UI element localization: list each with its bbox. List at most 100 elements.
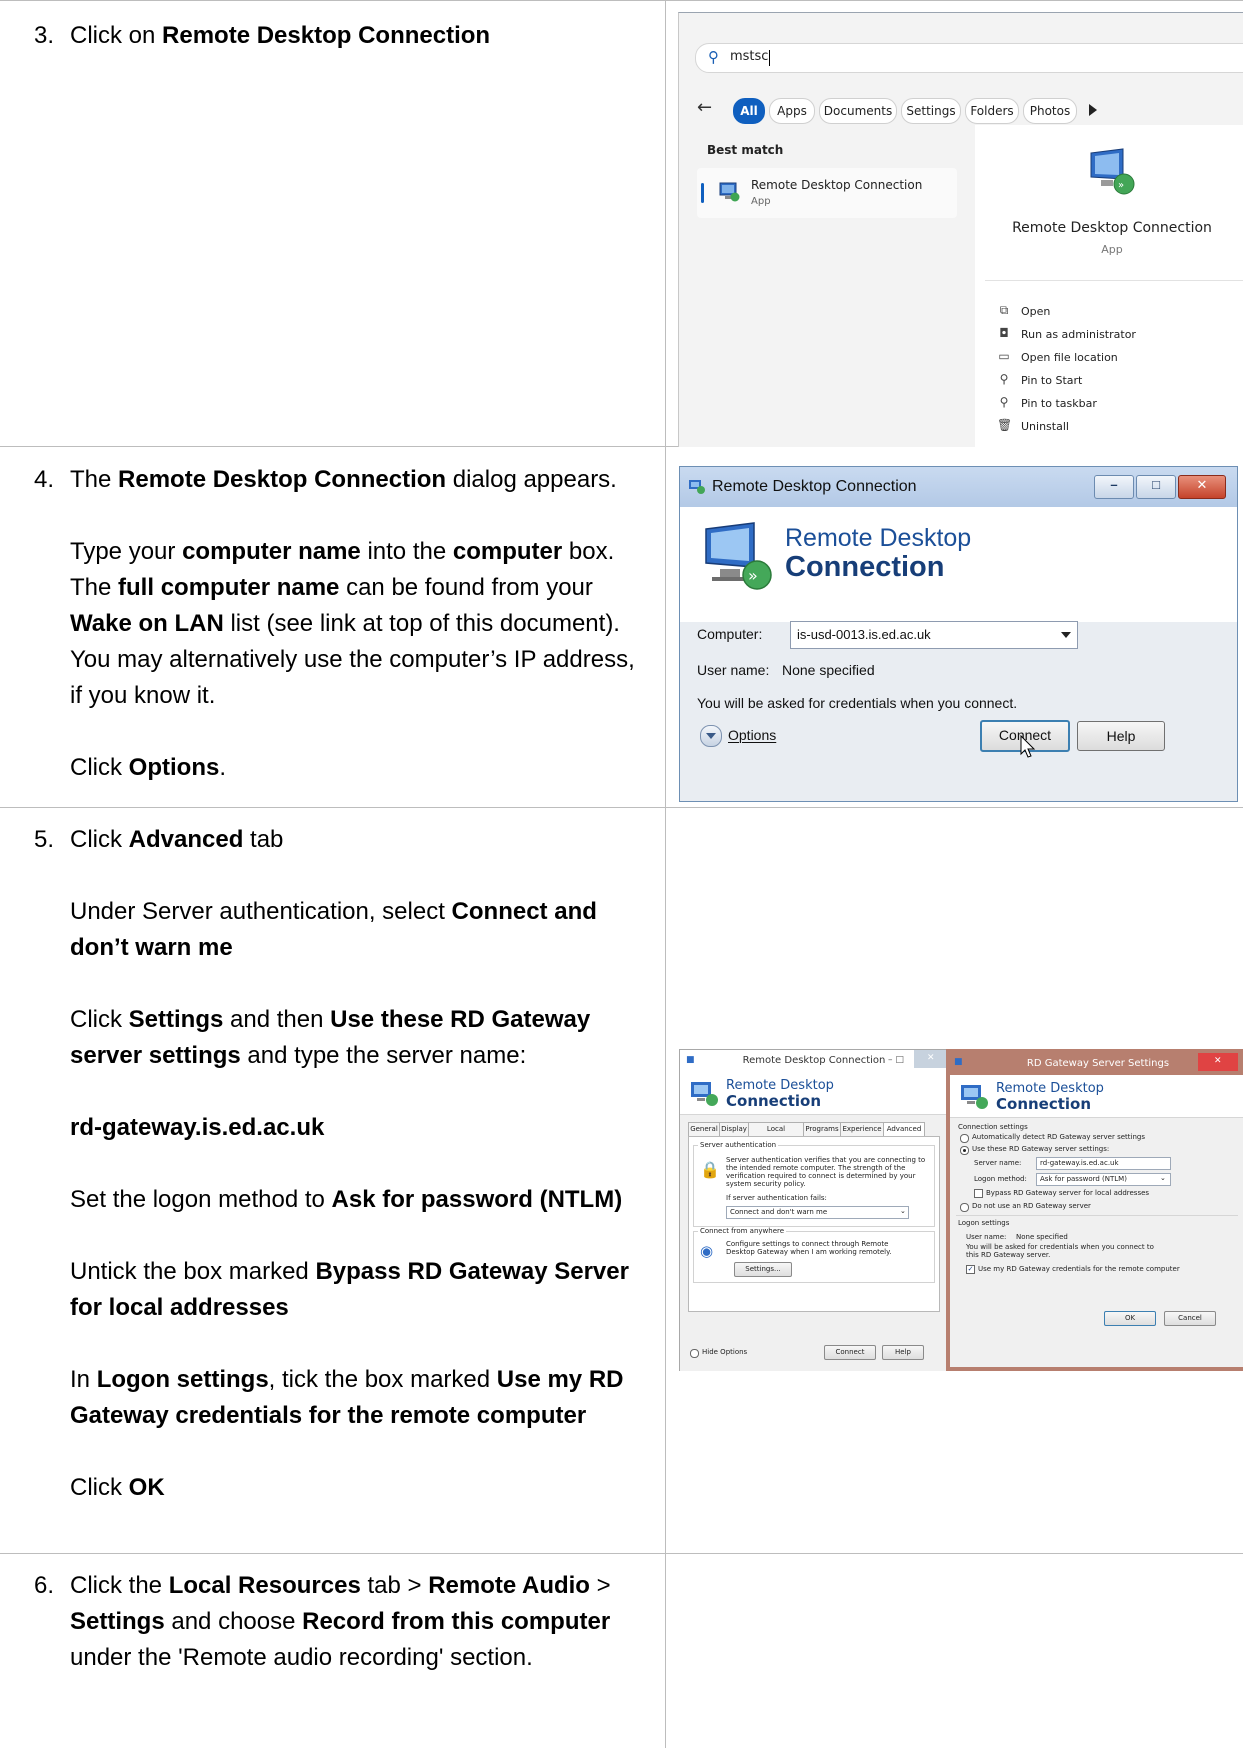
pin-icon: ⚲ — [999, 395, 1009, 409]
banner-line-1: Remote Desktop — [726, 1078, 834, 1093]
divider — [985, 280, 1243, 281]
filter-photos[interactable]: Photos — [1023, 98, 1077, 124]
step-paragraph: rd-gateway.is.ed.ac.uk — [70, 1110, 650, 1146]
text-run: Click — [70, 1474, 129, 1501]
options-expand-icon[interactable] — [700, 725, 722, 747]
close-button[interactable]: ✕ — [914, 1050, 948, 1068]
bold-term: full computer name — [118, 574, 340, 601]
help-button[interactable]: Help — [1077, 721, 1165, 751]
server-name-input[interactable]: rd-gateway.is.ed.ac.uk — [1036, 1157, 1171, 1170]
step-paragraph: Click Options. — [70, 750, 650, 786]
minimize-button[interactable]: – — [1094, 475, 1134, 499]
remote-desktop-icon — [690, 1080, 720, 1112]
divider — [956, 1215, 1238, 1216]
computer-combobox[interactable]: is-usd-0013.is.ed.ac.uk — [790, 621, 1078, 649]
step-text: Click Advanced tab Under Server authentic… — [70, 822, 650, 1506]
filter-documents[interactable]: Documents — [819, 98, 897, 124]
auto-detect-radio[interactable] — [960, 1134, 969, 1143]
bypass-checkbox[interactable] — [974, 1189, 983, 1198]
text-run: , tick the box marked — [268, 1366, 497, 1393]
chevron-down-icon[interactable]: ⌄ — [1160, 1174, 1166, 1182]
result-name: Remote Desktop Connection — [751, 178, 923, 192]
group-title: Server authentication — [698, 1141, 779, 1149]
bold-term: Wake on LAN — [70, 610, 224, 637]
window-controls[interactable]: – □ — [888, 1055, 904, 1065]
filter-all[interactable]: All — [733, 98, 765, 124]
tab-display[interactable]: Display — [719, 1122, 749, 1136]
use-these-settings-radio[interactable] — [960, 1146, 969, 1155]
row-divider — [0, 807, 1243, 808]
advanced-tab-dialog: ■ Remote Desktop Connection – □ ✕ Remote… — [679, 1049, 949, 1371]
use-these-settings-label: Use these RD Gateway server settings: — [972, 1145, 1110, 1153]
banner-line-1: Remote Desktop — [785, 524, 972, 552]
result-type: App — [751, 196, 771, 207]
mouse-cursor-icon — [1020, 734, 1036, 764]
text-run: In — [70, 1366, 97, 1393]
banner-line-2: Connection — [996, 1095, 1092, 1113]
logon-method-label: Logon method: — [974, 1175, 1027, 1183]
tab-general[interactable]: General — [688, 1122, 720, 1136]
bold-term: Logon settings — [96, 1366, 269, 1393]
hide-options-link[interactable]: Hide Options — [702, 1348, 747, 1356]
tab-local-resources[interactable]: Local Resources — [748, 1122, 804, 1146]
banner-line-2: Connection — [726, 1092, 822, 1110]
cancel-button[interactable]: Cancel — [1164, 1311, 1216, 1326]
chevron-down-icon[interactable] — [1061, 632, 1071, 638]
step-row: 5. Click Advanced tab Under Server authen… — [0, 822, 665, 1542]
tab-programs[interactable]: Programs — [803, 1122, 841, 1136]
use-my-credentials-checkbox[interactable]: ✓ — [966, 1265, 975, 1274]
logon-method-select[interactable]: Ask for password (NTLM) — [1036, 1173, 1171, 1186]
run-as-admin-icon: ◘ — [999, 326, 1009, 340]
settings-button[interactable]: Settings... — [734, 1262, 792, 1277]
hide-options-icon[interactable] — [690, 1349, 699, 1358]
step-paragraph: Click the Local Resources tab > Remote A… — [70, 1568, 650, 1676]
text-run: Set the logon method to — [70, 1186, 332, 1213]
row-divider — [0, 1553, 1243, 1554]
tab-advanced[interactable]: Advanced — [883, 1122, 925, 1137]
connect-anywhere-group: Connect from anywhere ◉ Configure settin… — [693, 1227, 935, 1283]
result-preview-pane: » Remote Desktop Connection App ⧉ Open ◘… — [975, 125, 1243, 447]
step-text: The Remote Desktop Connection dialog app… — [70, 462, 650, 786]
server-auth-description: Server authentication verifies that you … — [726, 1156, 926, 1188]
user-name-label: User name: — [966, 1233, 1007, 1241]
preview-app-name: Remote Desktop Connection — [1012, 220, 1212, 236]
close-button[interactable]: ✕ — [1178, 475, 1226, 499]
selection-indicator — [701, 183, 704, 203]
text-run: and choose — [164, 1608, 303, 1635]
folder-icon: ▭ — [998, 349, 1010, 363]
search-result-item[interactable]: Remote Desktop Connection App — [697, 168, 957, 218]
ok-button[interactable]: OK — [1104, 1311, 1156, 1326]
connect-button[interactable]: Connect — [824, 1345, 876, 1360]
auto-detect-label: Automatically detect RD Gateway server s… — [972, 1133, 1145, 1141]
text-run: tab — [243, 826, 284, 853]
globe-icon: ◉ — [700, 1242, 714, 1260]
pin-icon: ⚲ — [999, 372, 1009, 386]
tab-experience[interactable]: Experience — [840, 1122, 884, 1136]
step-row: 6. Click the Local Resources tab > Remot… — [0, 1568, 665, 1738]
search-input[interactable]: ⚲ mstsc — [695, 43, 1243, 73]
close-icon: ✕ — [1196, 477, 1208, 492]
options-link[interactable]: Options — [728, 727, 776, 743]
step-paragraph: Click Settings and then Use these RD Gat… — [70, 1002, 650, 1074]
text-run: Under Server authentication, select — [70, 898, 452, 925]
dialog-title: Remote Desktop Connection — [712, 478, 917, 495]
help-button[interactable]: Help — [882, 1345, 924, 1360]
svg-text:»: » — [1118, 180, 1124, 191]
filter-folders[interactable]: Folders — [965, 98, 1019, 124]
back-arrow-icon[interactable]: ← — [697, 97, 712, 118]
bold-term: Remote Desktop Connection — [162, 22, 491, 49]
filter-apps[interactable]: Apps — [769, 98, 815, 124]
svg-text:»: » — [748, 566, 758, 585]
chevron-down-icon[interactable]: ⌄ — [900, 1207, 906, 1215]
close-button[interactable]: ✕ — [1198, 1053, 1238, 1071]
auth-fail-select[interactable]: Connect and don't warn me — [726, 1206, 909, 1219]
do-not-use-radio[interactable] — [960, 1203, 969, 1212]
bold-term: computer name — [182, 538, 361, 565]
step-paragraph: Type your computer name into the compute… — [70, 534, 650, 714]
more-filters-icon[interactable] — [1089, 104, 1097, 116]
windows-search-screenshot: ⚲ mstsc ← All Apps Documents Settings Fo… — [678, 12, 1243, 447]
gateway-settings-screenshot: ■ Remote Desktop Connection – □ ✕ Remote… — [679, 1049, 1243, 1371]
filter-settings[interactable]: Settings — [901, 98, 961, 124]
text-caret — [769, 50, 770, 66]
maximize-button[interactable]: □ — [1136, 475, 1176, 499]
